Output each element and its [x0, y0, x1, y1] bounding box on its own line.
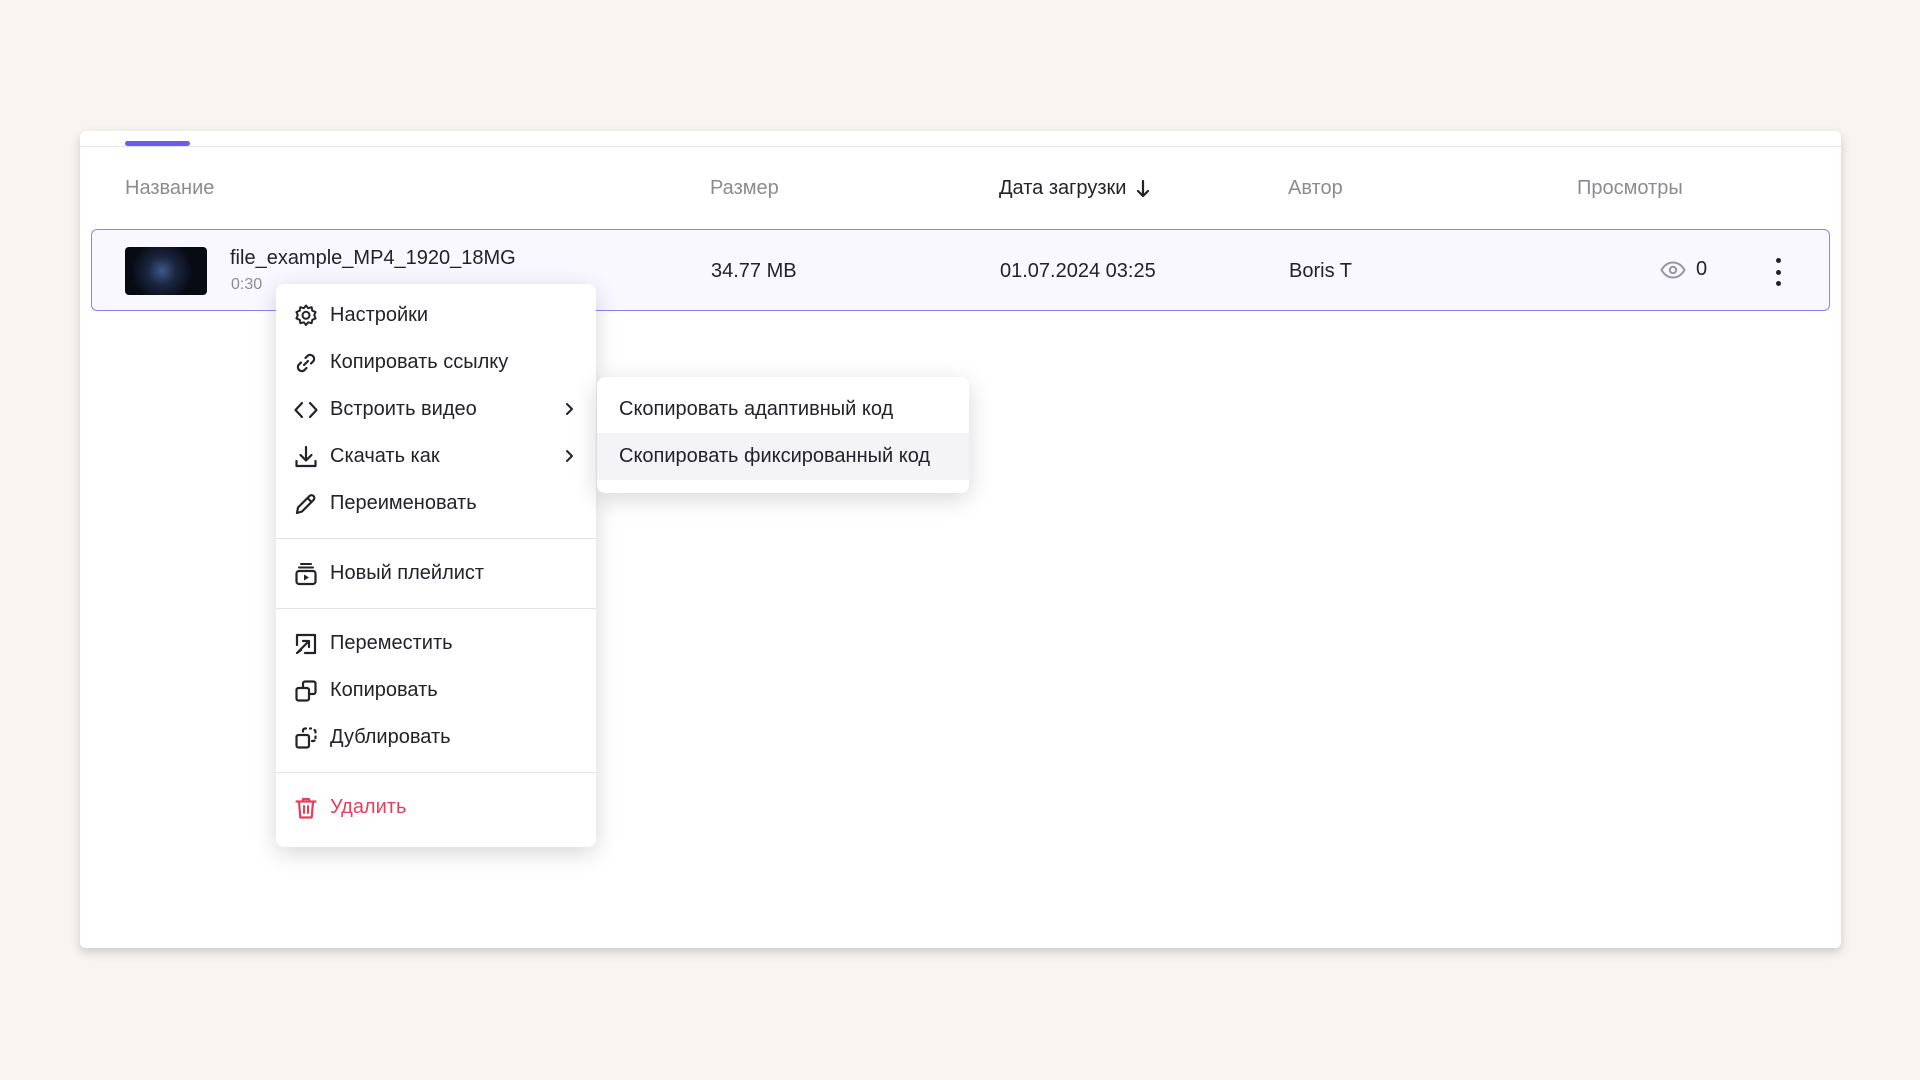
menu-item-label: Удалить: [330, 796, 407, 818]
column-header-views-label: Просмотры: [1577, 177, 1683, 199]
move-icon: [292, 630, 320, 658]
arrow-down-icon: [1137, 179, 1150, 197]
menu-divider: [276, 608, 596, 609]
menu-item-move[interactable]: Переместить: [276, 620, 596, 667]
gear-icon: [292, 302, 320, 330]
menu-item-rename[interactable]: Переименовать: [276, 480, 596, 527]
upload-date: 01.07.2024 03:25: [1000, 260, 1156, 282]
views-count: 0: [1660, 258, 1707, 281]
column-header-size[interactable]: Размер: [710, 177, 779, 200]
embed-video-submenu: Скопировать адаптивный код Скопировать ф…: [597, 377, 969, 493]
kebab-dot: [1775, 258, 1781, 263]
kebab-dot: [1775, 269, 1781, 275]
menu-item-label: Скачать как: [330, 445, 440, 467]
menu-item-label: Новый плейлист: [330, 562, 485, 584]
submenu-item-label: Скопировать адаптивный код: [619, 398, 894, 420]
menu-item-delete[interactable]: Удалить: [276, 784, 596, 831]
column-header-date-label: Дата загрузки: [999, 177, 1127, 199]
chevron-right-icon: [566, 403, 573, 415]
copy-icon: [292, 677, 320, 705]
menu-item-label: Копировать ссылку: [330, 351, 509, 373]
menu-item-settings[interactable]: Настройки: [276, 292, 596, 339]
duplicate-icon: [292, 724, 320, 752]
column-header-date[interactable]: Дата загрузки: [999, 177, 1150, 200]
menu-item-label: Копировать: [330, 679, 438, 701]
menu-item-label: Переместить: [330, 632, 453, 654]
file-size: 34.77 MB: [711, 260, 797, 282]
active-tab-indicator: [125, 141, 190, 146]
menu-divider: [276, 772, 596, 773]
kebab-dot: [1775, 281, 1781, 286]
menu-divider: [276, 538, 596, 539]
menu-item-copy[interactable]: Копировать: [276, 667, 596, 714]
column-header-name-label: Название: [125, 177, 215, 199]
submenu-item-copy-fixed-code[interactable]: Скопировать фиксированный код: [597, 433, 969, 480]
column-header-author[interactable]: Автор: [1288, 177, 1343, 200]
eye-icon: [1660, 260, 1686, 279]
context-menu: Настройки Копировать ссылку Встроить вид…: [276, 284, 596, 847]
tab-strip: [80, 131, 1841, 147]
file-name: file_example_MP4_1920_18MG: [230, 247, 516, 269]
menu-item-label: Дублировать: [330, 726, 451, 748]
menu-item-embed-video[interactable]: Встроить видео: [276, 386, 596, 433]
download-icon: [292, 443, 320, 471]
menu-item-duplicate[interactable]: Дублировать: [276, 714, 596, 761]
menu-item-copy-link[interactable]: Копировать ссылку: [276, 339, 596, 386]
menu-item-label: Переименовать: [330, 492, 477, 514]
menu-item-new-playlist[interactable]: Новый плейлист: [276, 550, 596, 597]
views-count-value: 0: [1696, 258, 1708, 280]
submenu-item-label: Скопировать фиксированный код: [619, 445, 931, 467]
video-duration: 0:30: [231, 276, 263, 293]
more-actions-button[interactable]: [1770, 256, 1786, 288]
menu-item-label: Настройки: [330, 304, 429, 326]
column-header-size-label: Размер: [710, 177, 779, 199]
pencil-icon: [292, 490, 320, 518]
trash-icon: [292, 794, 320, 822]
menu-item-download-as[interactable]: Скачать как: [276, 433, 596, 480]
menu-item-label: Встроить видео: [330, 398, 477, 420]
column-header-views[interactable]: Просмотры: [1577, 177, 1683, 200]
playlist-icon: [292, 560, 320, 588]
author-name: Boris T: [1289, 260, 1352, 282]
chevron-right-icon: [566, 450, 573, 462]
submenu-item-copy-adaptive-code[interactable]: Скопировать адаптивный код: [597, 386, 969, 433]
column-header-name[interactable]: Название: [125, 177, 214, 200]
column-header-author-label: Автор: [1288, 177, 1343, 199]
video-thumbnail[interactable]: [125, 247, 207, 295]
link-icon: [292, 349, 320, 377]
code-icon: [292, 396, 320, 424]
